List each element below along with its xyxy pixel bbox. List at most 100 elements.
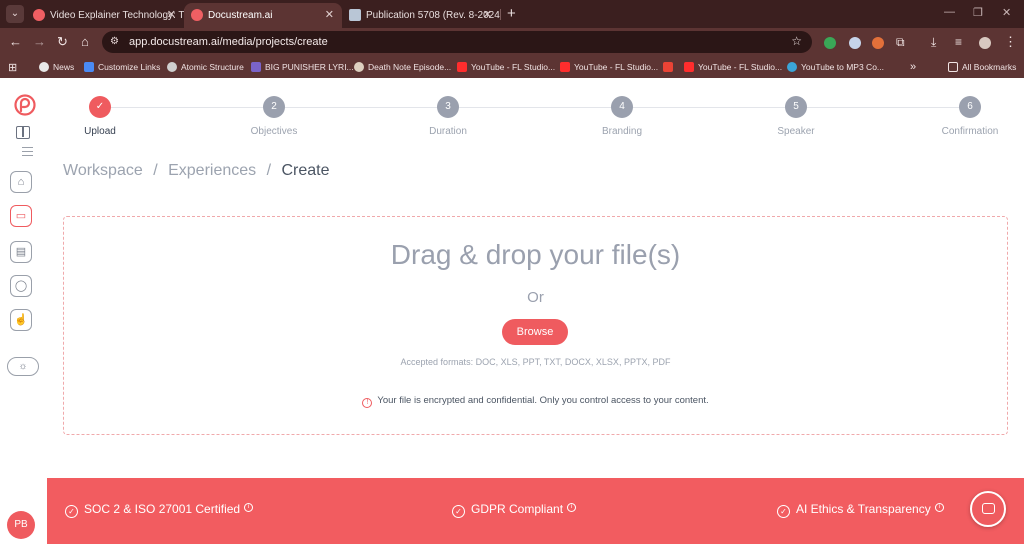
check-circle-icon: ✓ [452,505,465,518]
bookmark-label: YouTube - FL Studio... [698,62,783,72]
bookmark-label: News [53,62,75,72]
dropzone-title: Drag & drop your file(s) [390,239,681,270]
minimize-icon[interactable]: — [944,6,955,18]
reload-icon[interactable]: ↻ [57,34,68,50]
extensions-puzzle-icon[interactable]: ⧉ [896,34,905,50]
file-dropzone[interactable]: Drag & drop your file(s) Or Browse Accep… [63,216,1008,435]
info-icon[interactable]: i [244,503,254,512]
bookmarks-bar: ⊞ News Customize Links Atomic Structure … [0,56,1024,78]
docustream-logo-icon[interactable] [14,94,36,116]
step-label: Speaker [777,126,815,137]
tab-separator [500,9,501,20]
user-icon[interactable]: ◯ [10,275,32,297]
grammarly-extension-icon[interactable] [824,37,836,49]
step-number: 5 [785,96,807,118]
bookmark-youtube-fl-3[interactable]: YouTube - FL Studio... [684,56,782,78]
bookmark-youtube-mp3[interactable]: YouTube to MP3 Co... [787,56,884,78]
step-upload[interactable]: ✓ Upload [40,96,160,137]
site-info-icon[interactable]: ⚙ [110,36,122,48]
cert-label: GDPR Compliant [471,502,564,516]
bookmark-star-icon[interactable]: ☆ [791,34,802,48]
more-bookmarks-button[interactable]: » [910,56,916,78]
close-tab-icon[interactable]: ✕ [325,3,334,28]
forward-arrow-icon[interactable]: → [33,34,46,50]
fox-extension-icon[interactable] [872,37,884,49]
google-icon [39,62,49,72]
dropzone-or: Or [527,289,544,306]
step-objectives[interactable]: 2 Objectives [214,96,334,137]
browser-tab-bar: ⌄ Video Explainer Technology: Tra ✕ Docu… [0,0,1024,28]
bookmark-big-punisher[interactable]: BIG PUNISHER LYRI... [251,56,354,78]
tab-video-explainer[interactable]: Video Explainer Technology: Tra ✕ [26,3,184,28]
youtube-icon [684,62,694,72]
step-duration[interactable]: 3 Duration [388,96,508,137]
cert-ai-ethics: ✓ AI Ethics & Transparency i [777,502,944,518]
browse-button[interactable]: Browse [502,319,568,345]
bookmark-atomic-structure[interactable]: Atomic Structure [167,56,244,78]
bookmark-label: YouTube to MP3 Co... [801,62,885,72]
breadcrumb-experiences[interactable]: Experiences [168,162,256,179]
new-tab-button[interactable]: + [507,3,516,25]
bookmark-label: All Bookmarks [962,62,1017,72]
step-label: Upload [84,126,116,137]
sidebar-collapse-icon[interactable] [16,126,30,139]
url-text: app.docustream.ai/media/projects/create [129,36,328,48]
info-icon: ! [362,398,373,408]
bookmark-youtube-fl-2[interactable]: YouTube - FL Studio... [560,56,658,78]
tab-title: Video Explainer Technology: Tra [50,10,184,21]
apps-grid-icon[interactable]: ⊞ [8,61,17,74]
bookmark-news[interactable]: News [39,56,74,78]
download-icon[interactable]: ⤓ [931,34,936,50]
step-number: 2 [263,96,285,118]
profile-avatar-icon[interactable] [979,37,991,49]
close-tab-icon[interactable]: ✕ [167,3,176,28]
all-bookmarks-folder[interactable]: All Bookmarks [948,56,1016,78]
globe-icon [167,62,177,72]
back-arrow-icon[interactable]: ← [9,34,22,50]
tab-search-button[interactable]: ⌄ [6,5,24,23]
lyrics-site-icon [251,62,261,72]
step-speaker[interactable]: 5 Speaker [736,96,856,137]
home-icon[interactable]: ⌂ [81,34,89,50]
breadcrumb-create: Create [281,162,330,179]
documents-icon[interactable]: ▤ [10,241,32,263]
chat-bubble-icon [982,503,995,514]
pointer-icon[interactable]: ☝ [10,309,32,331]
restore-icon[interactable]: ❐ [973,6,983,19]
bookmark-death-note[interactable]: Death Note Episode... [354,56,451,78]
step-label: Confirmation [941,126,999,137]
bookmark-youtube-fl-1[interactable]: YouTube - FL Studio... [457,56,555,78]
step-confirmation[interactable]: 6 Confirmation [910,96,1024,137]
info-icon[interactable]: i [934,503,944,512]
theme-toggle-sun-icon[interactable]: ☼ [7,357,39,376]
cert-label: AI Ethics & Transparency [796,502,931,516]
tab-docustream[interactable]: Docustream.ai ✕ [184,3,342,28]
home-icon[interactable]: ⌂ [10,171,32,193]
converter-icon [787,62,797,72]
close-window-icon[interactable]: ✕ [1002,6,1011,19]
breadcrumb-workspace[interactable]: Workspace [63,162,143,179]
chat-support-button[interactable] [970,491,1006,527]
close-tab-icon[interactable]: ✕ [483,3,492,28]
bookmark-label: YouTube - FL Studio... [574,62,659,72]
app-page: ⌂ ▭ ▤ ◯ ☝ ☼ PB ✓ Upload 2 Objectives 3 D… [0,78,1024,544]
check-circle-icon: ✓ [65,505,78,518]
tab-publication-5708[interactable]: Publication 5708 (Rev. 8-2024) ✕ [342,3,500,28]
microsoft-icon [84,62,94,72]
step-label: Duration [429,126,467,137]
address-bar[interactable]: ⚙ app.docustream.ai/media/projects/creat… [102,31,812,53]
info-icon[interactable]: i [567,503,577,512]
menu-icon[interactable] [22,147,33,156]
document-favicon-icon [349,9,361,21]
browser-menu-icon[interactable]: ⋮ [1004,34,1017,50]
step-number: 6 [959,96,981,118]
media-control-icon[interactable]: ≡ [955,34,962,50]
folder-icon[interactable]: ▭ [10,205,32,227]
user-avatar[interactable]: PB [7,511,35,539]
extension-badge-icon[interactable] [849,37,861,49]
youtube-icon [457,62,467,72]
breadcrumb-separator: / [266,162,272,179]
step-branding[interactable]: 4 Branding [562,96,682,137]
browser-toolbar: ← → ↻ ⌂ ⚙ app.docustream.ai/media/projec… [0,28,1024,56]
bookmark-customize-links[interactable]: Customize Links [84,56,160,78]
